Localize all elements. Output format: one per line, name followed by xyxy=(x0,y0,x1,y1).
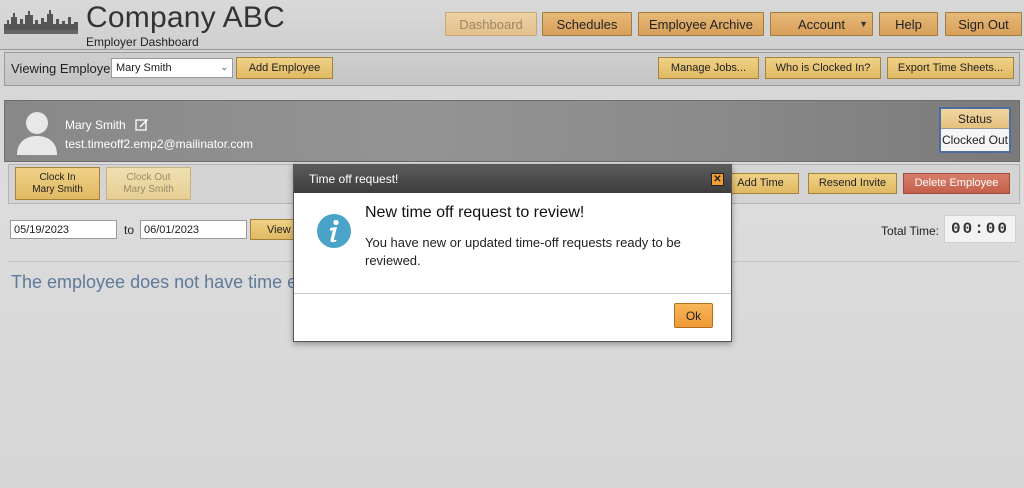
clock-out-employee: Mary Smith xyxy=(123,183,174,195)
end-date-input[interactable]: 06/01/2023 xyxy=(140,220,247,239)
ok-button[interactable]: Ok xyxy=(674,303,713,328)
status-value: Clocked Out xyxy=(941,129,1009,151)
viewing-employee-label: Viewing Employee: xyxy=(11,61,122,76)
nav-schedules-button[interactable]: Schedules xyxy=(542,12,632,36)
dashboard-subtitle: Employer Dashboard xyxy=(86,35,199,49)
start-date-input[interactable]: 05/19/2023 xyxy=(10,220,117,239)
info-icon xyxy=(317,214,351,248)
close-icon[interactable]: ✕ xyxy=(711,173,724,186)
dialog-message: You have new or updated time-off request… xyxy=(365,235,681,268)
nav-account-dropdown[interactable]: Account ▼ xyxy=(770,12,873,36)
clock-out-button[interactable]: Clock Out Mary Smith xyxy=(106,167,191,200)
dialog-heading: New time off request to review! xyxy=(365,204,585,221)
employee-card: Mary Smith test.timeoff2.emp2@mailinator… xyxy=(4,100,1020,162)
manage-jobs-button[interactable]: Manage Jobs... xyxy=(658,57,759,79)
export-time-sheets-button[interactable]: Export Time Sheets... xyxy=(887,57,1014,79)
company-name: Company ABC xyxy=(86,1,285,34)
time-off-request-dialog: Time off request! ✕ New time off request… xyxy=(293,164,732,342)
app-header: Company ABC Employer Dashboard Dashboard… xyxy=(0,0,1024,50)
clock-out-label: Clock Out xyxy=(126,172,171,183)
employee-name: Mary Smith xyxy=(65,118,126,132)
clock-in-label: Clock In xyxy=(39,172,76,183)
status-box: Status Clocked Out xyxy=(939,107,1011,153)
edit-icon[interactable] xyxy=(135,117,149,131)
delete-employee-button[interactable]: Delete Employee xyxy=(903,173,1010,194)
city-skyline-logo-icon xyxy=(4,10,78,34)
clock-in-employee: Mary Smith xyxy=(32,183,83,195)
employee-toolbar: Viewing Employee: Mary Smith ⌄ Add Emplo… xyxy=(4,52,1020,86)
nav-sign-out-button[interactable]: Sign Out xyxy=(945,12,1022,36)
dialog-title-bar: Time off request! ✕ xyxy=(294,165,731,193)
employee-select[interactable]: Mary Smith ⌄ xyxy=(111,58,233,78)
nav-account-label: Account xyxy=(798,16,845,32)
employee-email: test.timeoff2.emp2@mailinator.com xyxy=(65,137,254,151)
clock-in-button[interactable]: Clock In Mary Smith xyxy=(15,167,100,200)
total-time-label: Total Time: xyxy=(881,224,940,238)
dialog-separator xyxy=(294,293,731,294)
who-clocked-in-button[interactable]: Who is Clocked In? xyxy=(765,57,881,79)
total-time-value: 00:00 xyxy=(944,215,1016,243)
avatar-icon xyxy=(17,112,57,155)
nav-dashboard-button[interactable]: Dashboard xyxy=(445,12,537,36)
chevron-down-icon: ⌄ xyxy=(220,62,228,72)
status-label: Status xyxy=(941,109,1009,129)
add-time-button[interactable]: Add Time xyxy=(722,173,799,194)
nav-help-button[interactable]: Help xyxy=(879,12,938,36)
add-employee-button[interactable]: Add Employee xyxy=(236,57,333,79)
to-label: to xyxy=(124,223,135,237)
nav-employee-archive-button[interactable]: Employee Archive xyxy=(638,12,764,36)
resend-invite-button[interactable]: Resend Invite xyxy=(808,173,897,194)
dialog-title: Time off request! xyxy=(309,172,399,186)
employee-select-value: Mary Smith xyxy=(116,62,172,74)
chevron-down-icon: ▼ xyxy=(859,19,868,29)
